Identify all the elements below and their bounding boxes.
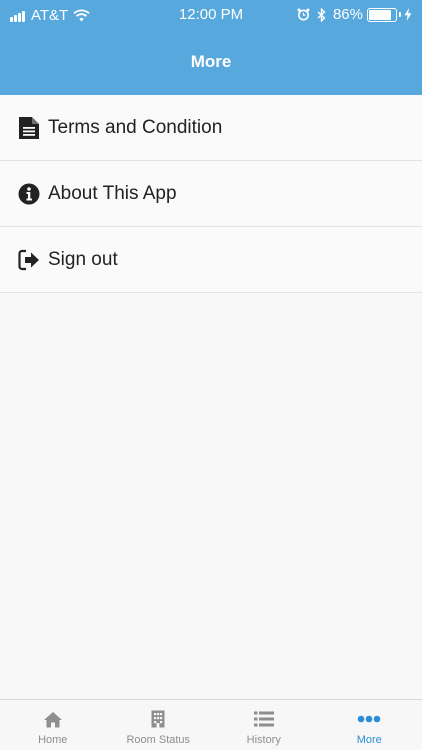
- alarm-icon: [297, 8, 310, 21]
- status-right: 86%: [297, 6, 412, 23]
- tab-history[interactable]: History: [211, 700, 317, 750]
- sign-out-icon: [18, 248, 40, 272]
- menu-item-about[interactable]: About This App: [0, 161, 422, 227]
- tab-label: History: [246, 734, 281, 746]
- tab-room-status[interactable]: Room Status: [106, 700, 212, 750]
- header: AT&T 12:00 PM 86% More: [0, 0, 422, 95]
- menu-item-label: Sign out: [48, 248, 118, 270]
- more-icon: [357, 710, 381, 728]
- battery-icon: [367, 7, 397, 22]
- tab-home[interactable]: Home: [0, 700, 106, 750]
- menu-item-terms[interactable]: Terms and Condition: [0, 95, 422, 161]
- battery-percent: 86%: [332, 6, 363, 23]
- tab-more[interactable]: More: [317, 700, 422, 750]
- charging-icon: [404, 8, 412, 21]
- menu-item-label: About This App: [48, 182, 177, 204]
- tab-label: More: [356, 734, 382, 746]
- battery-fill: [369, 9, 392, 20]
- home-icon: [43, 710, 63, 728]
- tab-bar: Home Room Status History More: [0, 699, 422, 750]
- more-menu: Terms and Condition About This App Sign …: [0, 95, 422, 293]
- tab-label: Room Status: [126, 734, 191, 746]
- bluetooth-icon: [317, 7, 326, 22]
- menu-item-label: Terms and Condition: [48, 116, 223, 138]
- document-icon: [18, 116, 40, 140]
- info-icon: [18, 182, 40, 206]
- tab-label: Home: [38, 734, 68, 746]
- list-icon: [253, 710, 274, 728]
- menu-item-sign-out[interactable]: Sign out: [0, 227, 422, 293]
- status-bar: AT&T 12:00 PM 86%: [0, 0, 422, 32]
- building-icon: [151, 710, 165, 728]
- page-title: More: [190, 52, 232, 71]
- battery-cap: [399, 12, 401, 17]
